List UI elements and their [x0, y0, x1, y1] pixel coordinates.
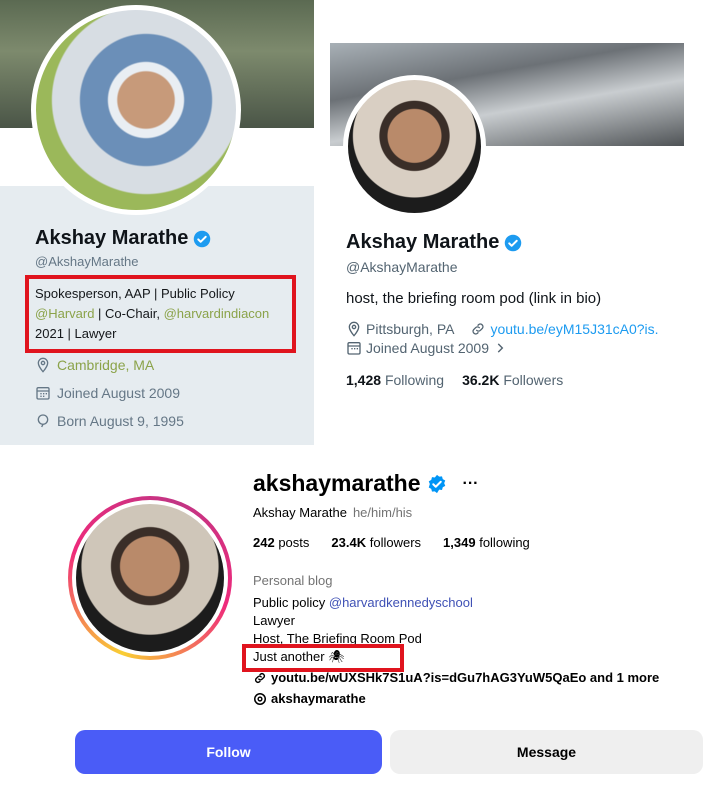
display-name: Akshay Marathe	[346, 231, 522, 254]
profile-meta-row: Pittsburgh, PA youtu.be/eyM15J31cA0?is.	[346, 321, 659, 337]
avatar-photo	[76, 504, 224, 652]
posts-label: posts	[278, 535, 310, 550]
display-name: Akshay Marathe	[35, 227, 211, 250]
followers-count: 23.4K	[331, 535, 367, 550]
username: akshaymarathe ···	[253, 470, 478, 497]
username-text: akshaymarathe	[253, 470, 421, 496]
verified-badge-icon	[194, 230, 211, 247]
verified-badge-icon	[505, 234, 522, 251]
bio: host, the briefing room pod (link in bio…	[346, 290, 602, 307]
bio-text: Public policy	[253, 595, 329, 610]
following-label: following	[479, 535, 530, 550]
avatar[interactable]	[343, 75, 486, 218]
threads-icon	[253, 692, 267, 705]
threads-handle[interactable]: akshaymarathe	[271, 691, 366, 706]
calendar-icon	[347, 342, 361, 355]
joined-date: Joined August 2009	[35, 385, 180, 401]
location-text[interactable]: Cambridge, MA	[57, 357, 154, 373]
follow-button[interactable]: Follow	[75, 730, 382, 774]
following-stat[interactable]: 1,349 following	[443, 535, 530, 550]
handle: @AkshayMarathe	[346, 259, 458, 275]
balloon-icon	[37, 414, 49, 428]
external-link[interactable]: youtu.be/wUXSHk7S1uA?is=dGu7hAG3YuW5QaEo…	[253, 670, 659, 685]
highlight-box	[242, 644, 404, 672]
follow-counts: 1,428 Following 36.2K Followers	[346, 372, 563, 388]
website-link[interactable]: youtu.be/eyM15J31cA0?is.	[490, 321, 658, 337]
full-name: Akshay Marathe he/him/his	[253, 505, 412, 520]
link-icon	[255, 672, 265, 683]
mention-link[interactable]: @harvardkennedyschool	[329, 595, 473, 610]
followers-stat[interactable]: 23.4K followers	[331, 535, 421, 550]
posts-stat: 242 posts	[253, 535, 309, 550]
full-name-text: Akshay Marathe	[253, 505, 347, 520]
old-twitter-profile: Akshay Marathe @AkshayMarathe Spokespers…	[0, 0, 314, 445]
handle: @AkshayMarathe	[35, 254, 139, 269]
avatar-photo	[36, 10, 236, 210]
born-text: Born August 9, 1995	[57, 413, 184, 429]
avatar-frame	[72, 500, 228, 656]
display-name-text: Akshay Marathe	[35, 227, 189, 249]
location-text: Pittsburgh, PA	[366, 321, 455, 337]
display-name-text: Akshay Marathe	[346, 231, 500, 253]
followers-label: Followers	[503, 372, 564, 388]
story-ring-avatar[interactable]	[68, 496, 232, 660]
avatar[interactable]	[31, 5, 241, 215]
message-button[interactable]: Message	[390, 730, 703, 774]
following-count: 1,428	[346, 372, 382, 388]
followers-link[interactable]: 36.2K Followers	[462, 372, 563, 388]
verified-badge-icon	[428, 474, 445, 493]
location-pin-icon	[37, 357, 49, 373]
bio-line: Public policy @harvardkennedyschool	[253, 595, 473, 610]
birth-date: Born August 9, 1995	[35, 413, 184, 429]
more-options-icon[interactable]: ···	[463, 475, 479, 493]
following-count: 1,349	[443, 535, 476, 550]
joined-date[interactable]: Joined August 2009	[346, 340, 507, 356]
posts-count: 242	[253, 535, 275, 550]
chevron-right-icon	[497, 343, 504, 353]
profile-stats: 242 posts 23.4K followers 1,349 followin…	[253, 535, 530, 550]
followers-count: 36.2K	[462, 372, 500, 388]
followers-label: followers	[369, 535, 422, 550]
following-label: Following	[384, 372, 445, 388]
joined-text: Joined August 2009	[57, 385, 180, 401]
avatar-photo	[348, 80, 481, 213]
joined-text: Joined August 2009	[366, 340, 489, 356]
highlight-box	[25, 275, 296, 353]
category-label: Personal blog	[253, 573, 333, 588]
location-pin-icon	[348, 321, 360, 337]
link-icon	[472, 323, 485, 335]
calendar-icon	[36, 387, 50, 400]
external-link-text[interactable]: youtu.be/wUXSHk7S1uA?is=dGu7hAG3YuW5QaEo…	[271, 670, 659, 685]
following-link[interactable]: 1,428 Following	[346, 372, 444, 388]
bio-line: Lawyer	[253, 613, 295, 628]
threads-link[interactable]: akshaymarathe	[253, 691, 366, 706]
location[interactable]: Cambridge, MA	[35, 357, 154, 373]
pronouns: he/him/his	[352, 505, 413, 520]
